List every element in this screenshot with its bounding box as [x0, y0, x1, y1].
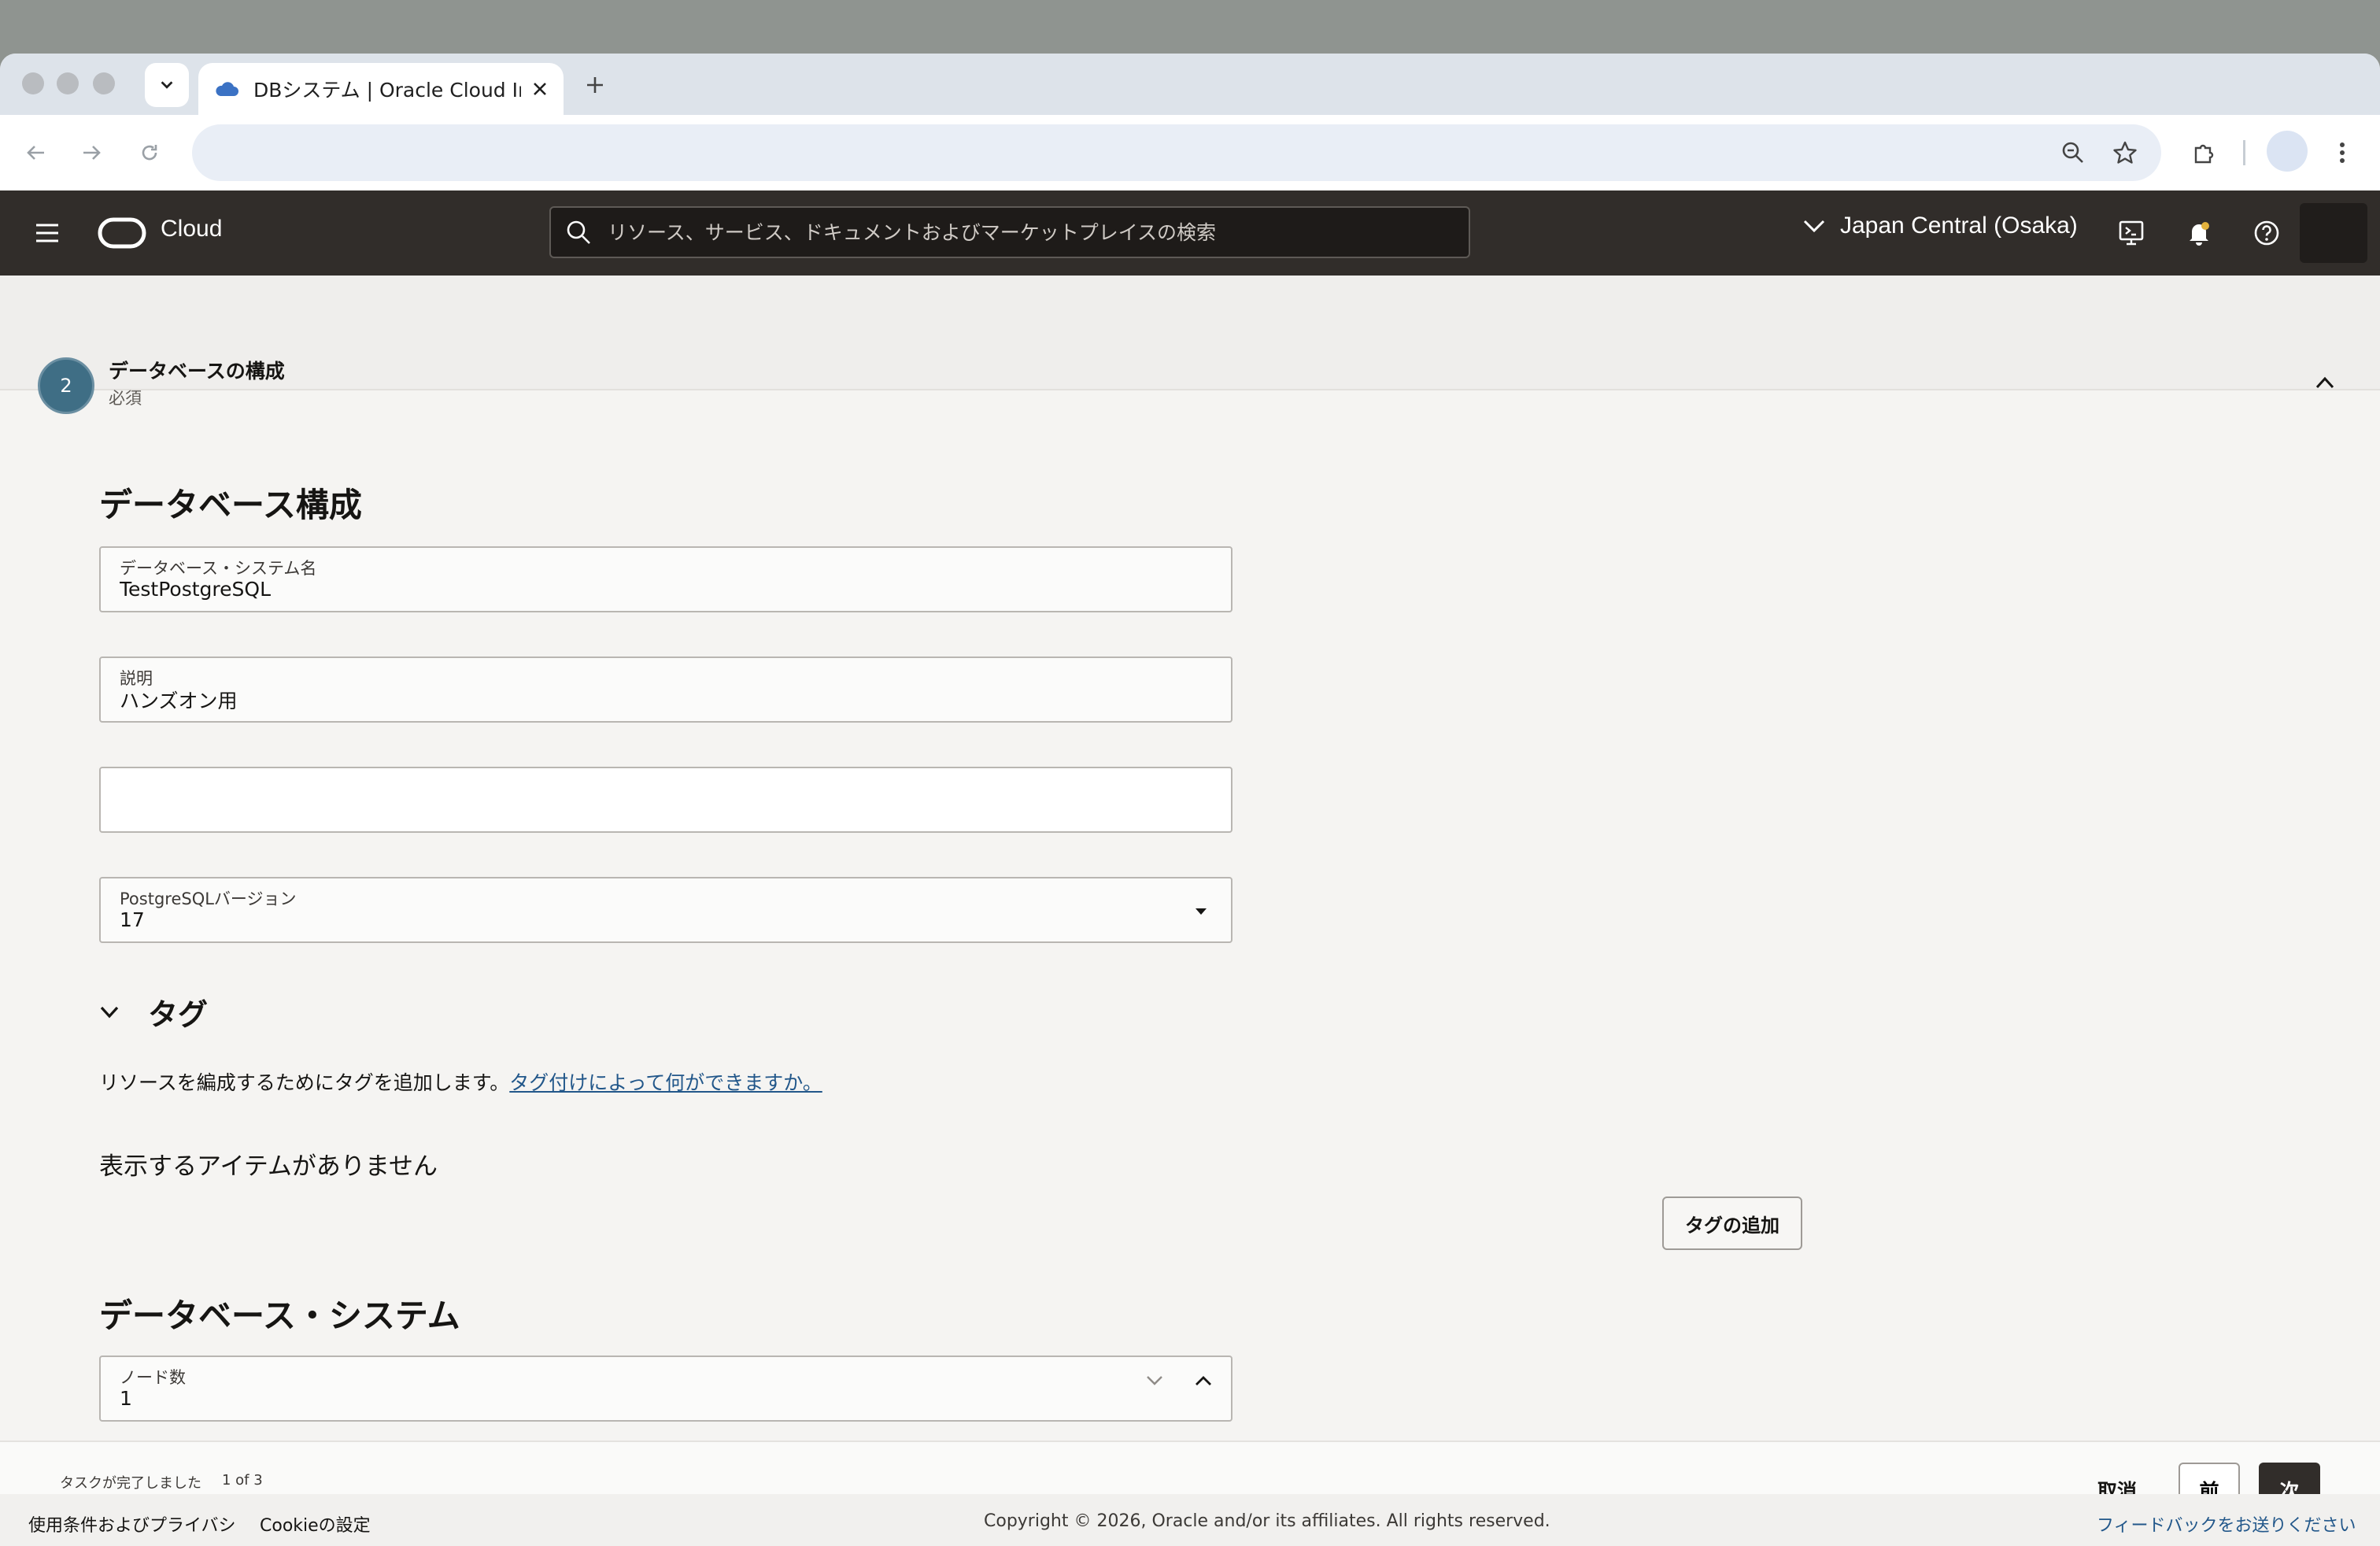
zoom-button[interactable]: [2057, 137, 2089, 168]
star-icon: [2113, 141, 2137, 164]
region-selector[interactable]: Japan Central (Osaka): [1802, 213, 2078, 239]
progress-label: タスクが完了しました: [60, 1475, 201, 1492]
brand-name[interactable]: Cloud: [161, 216, 222, 242]
chevron-down-icon: [1803, 220, 1825, 233]
copyright-text: Copyright © 2026, Oracle and/or its affi…: [984, 1511, 1550, 1531]
chevron-down-icon: [100, 1006, 119, 1018]
add-tag-button[interactable]: タグの追加: [1662, 1196, 1802, 1250]
tags-help-link[interactable]: タグ付けによって何ができますか。: [509, 1071, 822, 1094]
tags-section-title: タグ: [148, 997, 209, 1032]
user-profile-button[interactable]: [2300, 203, 2367, 263]
tags-description-text: リソースを編成するためにタグを追加します。: [99, 1071, 510, 1094]
db-system-name-input[interactable]: [120, 578, 1143, 601]
close-icon: [534, 83, 546, 95]
search-input[interactable]: [608, 220, 1442, 244]
node-count-field[interactable]: ノード数: [99, 1356, 1232, 1422]
profile-avatar[interactable]: [2267, 131, 2308, 172]
region-label: Japan Central (Osaka): [1840, 213, 2078, 239]
decrement-button[interactable]: [1146, 1374, 1163, 1389]
db-system-name-label: データベース・システム名: [120, 559, 317, 578]
postgresql-version-label: PostgreSQLバージョン: [120, 890, 297, 908]
arrow-left-icon: [27, 146, 44, 160]
text-area-field[interactable]: [99, 767, 1232, 833]
terms-privacy-link[interactable]: 使用条件およびプライバシ: [28, 1511, 236, 1537]
cookie-settings-link[interactable]: Cookieの設定: [260, 1511, 371, 1537]
database-system-title: データベース・システム: [99, 1296, 460, 1335]
help-icon: [2254, 220, 2279, 246]
tags-description: リソースを編成するためにタグを追加します。タグ付けによって何ができますか。: [99, 1067, 822, 1096]
oci-header: Cloud Japan Central (Osaka): [0, 190, 2380, 276]
arrow-right-icon: [83, 146, 101, 160]
chevron-down-icon: [161, 81, 173, 89]
browser-tab-active[interactable]: DBシステム | Oracle Cloud Infr: [198, 63, 564, 115]
minimize-window-button[interactable]: [57, 72, 79, 94]
tags-empty-message: 表示するアイテムがありません: [99, 1152, 438, 1181]
reload-icon: [142, 145, 157, 161]
forward-button[interactable]: [76, 137, 107, 168]
main-content: データベース構成 データベース・システム名 説明 PostgreSQLバージョン…: [0, 390, 2380, 1422]
database-config-title: データベース構成: [99, 486, 362, 524]
increment-button[interactable]: [1195, 1374, 1212, 1389]
plus-icon: [587, 77, 603, 93]
help-button[interactable]: [2249, 216, 2284, 250]
step-title: データベースの構成: [109, 360, 285, 383]
cloud-shell-button[interactable]: [2114, 216, 2149, 250]
description-input[interactable]: [120, 688, 1143, 711]
notifications-button[interactable]: [2182, 216, 2216, 250]
bell-icon: [2190, 222, 2209, 246]
close-window-button[interactable]: [22, 72, 44, 94]
tab-close-button[interactable]: [532, 81, 548, 97]
browser-toolbar: [0, 115, 2380, 190]
page-footer: 使用条件およびプライバシ Cookieの設定 Copyright © 2026,…: [0, 1494, 2380, 1546]
cloud-shell-icon: [2119, 220, 2144, 246]
postgresql-version-value: 17: [120, 908, 145, 931]
description-label: 説明: [120, 669, 153, 688]
reload-button[interactable]: [134, 137, 165, 168]
navigation-menu-button[interactable]: [31, 217, 63, 249]
back-button[interactable]: [20, 137, 52, 168]
hamburger-icon: [36, 224, 58, 242]
tab-strip: DBシステム | Oracle Cloud Infr: [0, 54, 2380, 115]
tab-search-button[interactable]: [145, 63, 189, 107]
maximize-window-button[interactable]: [93, 72, 115, 94]
more-vertical-icon: [2340, 142, 2345, 163]
address-bar[interactable]: [192, 124, 2161, 181]
tab-title: DBシステム | Oracle Cloud Infr: [253, 79, 521, 102]
wizard-step-header[interactable]: 2: [0, 276, 2380, 390]
db-system-name-field[interactable]: データベース・システム名: [99, 546, 1232, 612]
bookmark-button[interactable]: [2109, 137, 2141, 168]
node-count-label: ノード数: [120, 1368, 186, 1387]
cloud-favicon-icon: [216, 82, 238, 96]
progress-count: 1 of 3: [222, 1472, 263, 1489]
puzzle-icon: [2194, 144, 2214, 164]
text-area-input[interactable]: [120, 787, 1143, 810]
chevron-down-icon: [1147, 1376, 1162, 1385]
tags-section-toggle[interactable]: タグ: [99, 990, 208, 1034]
browser-menu-button[interactable]: [2326, 137, 2358, 168]
postgresql-version-select[interactable]: PostgreSQLバージョン 17: [99, 877, 1232, 943]
feedback-link[interactable]: フィードバックをお送りください: [2097, 1511, 2356, 1537]
node-count-input[interactable]: [120, 1387, 1064, 1410]
extensions-button[interactable]: [2188, 137, 2219, 168]
toolbar-separator: [2243, 140, 2245, 165]
zoom-icon: [2062, 142, 2083, 163]
dropdown-caret-icon: [1190, 901, 1212, 923]
chevron-up-icon: [1196, 1376, 1211, 1385]
chevron-up-icon: [2315, 376, 2334, 389]
description-field[interactable]: 説明: [99, 656, 1232, 723]
browser-window: DBシステム | Oracle Cloud Infr Cloud リソース、サー…: [0, 54, 2380, 1546]
search-icon: [567, 220, 590, 244]
new-tab-button[interactable]: [579, 69, 611, 101]
oracle-logo-icon[interactable]: [98, 217, 146, 249]
global-search[interactable]: [549, 206, 1470, 258]
